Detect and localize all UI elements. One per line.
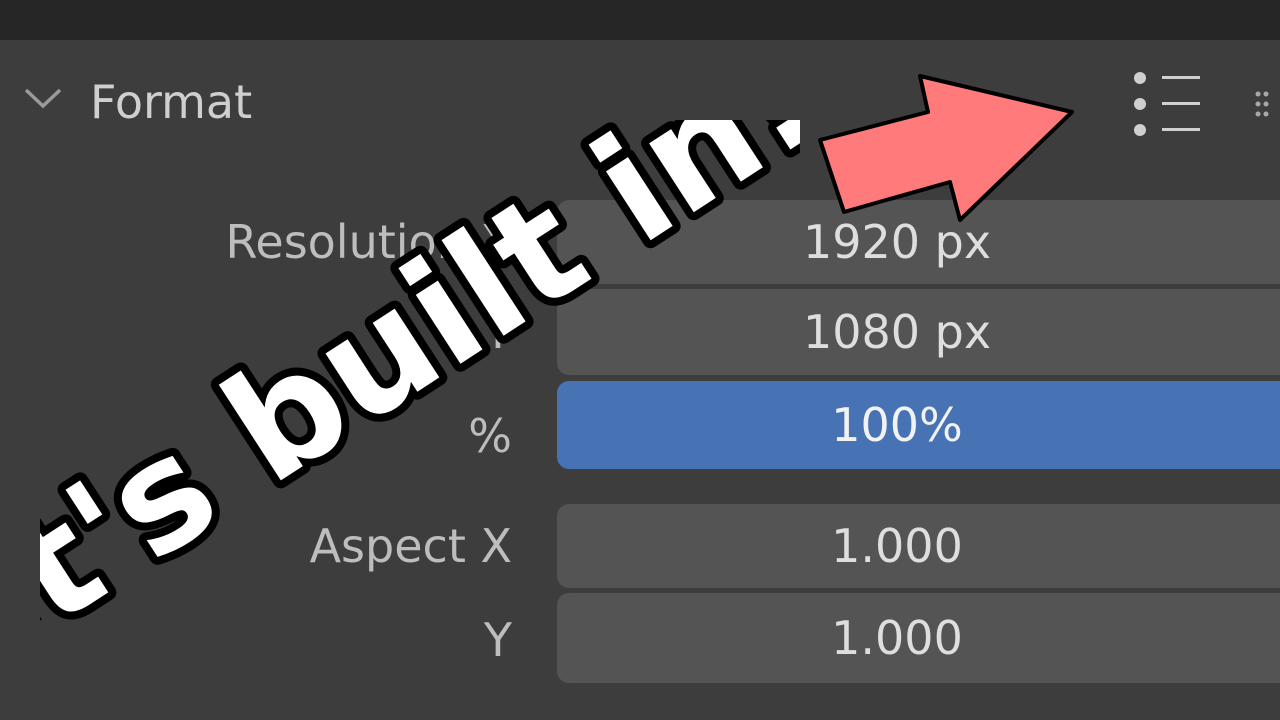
overlay-caption-text: it's built in! bbox=[40, 120, 800, 620]
drag-handle-icon[interactable] bbox=[1248, 84, 1280, 124]
overlay-caption: it's built in! bbox=[40, 120, 800, 620]
top-bar bbox=[0, 0, 1280, 40]
aspect-y-label: Y bbox=[483, 613, 512, 667]
chevron-down-icon[interactable] bbox=[20, 82, 66, 112]
pointer-arrow-icon bbox=[818, 74, 1074, 222]
presets-list-icon[interactable] bbox=[1128, 70, 1208, 138]
